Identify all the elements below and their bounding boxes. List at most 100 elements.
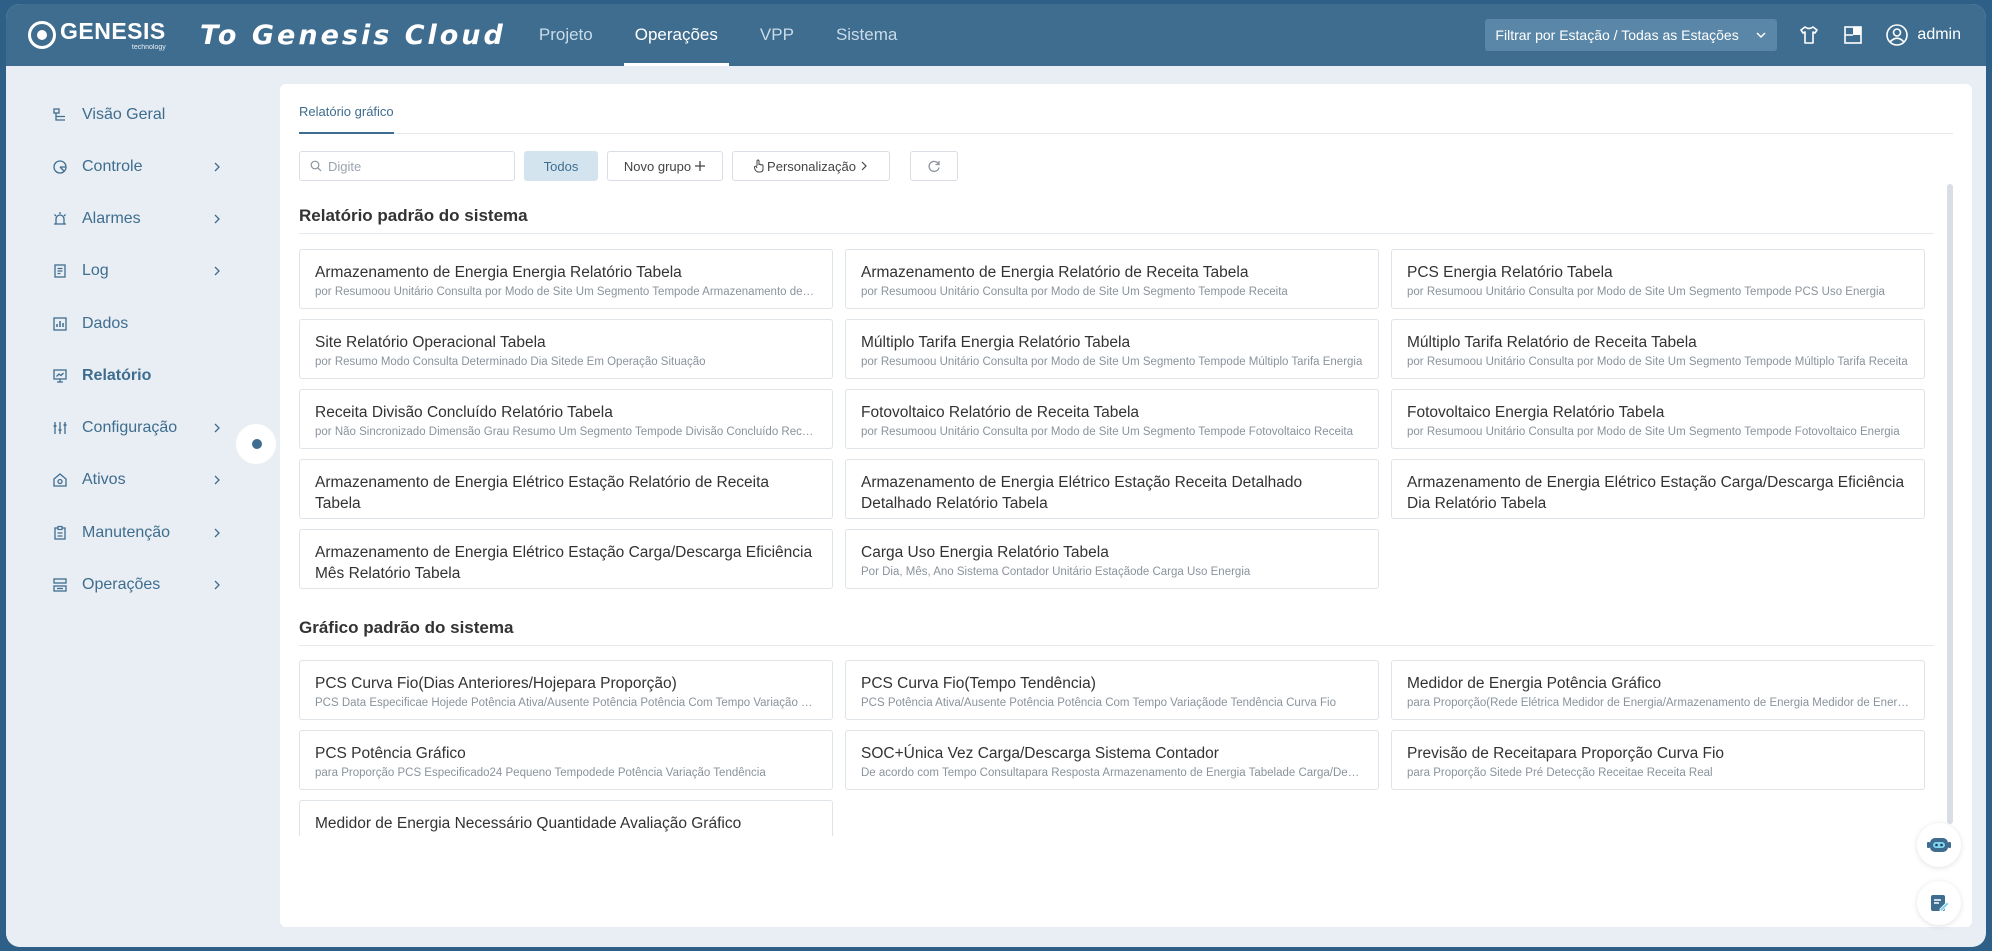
report-card[interactable]: Carga Uso Energia Relatório Tabela Por D… [845,529,1379,589]
nav-vpp[interactable]: VPP [749,4,805,66]
sidebar-item-label: Log [82,262,109,279]
card-description: Por Dia, Mês, Ano Sistema Contador Unitá… [861,566,1251,578]
sidebar-item-label: Controle [82,158,143,175]
card-description: por Resumoou Unitário Consulta por Modo … [861,426,1353,438]
card-description: por Não Sincronizado Dimensão Grau Resum… [315,426,817,438]
sidebar-item-dados[interactable]: Dados [52,309,222,339]
feedback-button[interactable] [1917,881,1961,925]
chart-card[interactable]: PCS Curva Fio(Tempo Tendência) PCS Potên… [845,660,1379,720]
card-title: Medidor de Energia Potência Gráfico [1407,675,1662,692]
sidebar-item-label: Operações [82,576,161,593]
assets-icon [52,472,68,488]
sidebar-item-relatorio[interactable]: Relatório [52,361,222,391]
sidebar-item-label: Configuração [82,419,178,436]
robot-icon [1927,838,1951,852]
chart-card[interactable]: SOC+Única Vez Carga/Descarga Sistema Con… [845,730,1379,790]
report-card[interactable]: Armazenamento de Energia Elétrico Estaçã… [845,459,1379,519]
report-card[interactable]: Armazenamento de Energia Relatório de Re… [845,249,1379,309]
card-title: Fotovoltaico Relatório de Receita Tabela [861,404,1140,421]
chevron-right-icon [214,580,220,590]
chart-card[interactable]: Medidor de Energia Necessário Quantidade… [299,800,833,836]
user-menu[interactable]: admin [1885,23,1961,47]
card-title: Armazenamento de Energia Energia Relatór… [315,264,682,281]
card-title: Armazenamento de Energia Relatório de Re… [861,264,1249,281]
card-title: Fotovoltaico Energia Relatório Tabela [1407,404,1665,421]
report-card[interactable]: Armazenamento de Energia Elétrico Estaçã… [1391,459,1925,519]
brand-title: To Genesis Cloud [200,19,506,51]
layout-switch-icon[interactable] [1841,23,1865,47]
report-card[interactable]: Armazenamento de Energia Energia Relatór… [299,249,833,309]
card-title: Armazenamento de Energia Elétrico Estaçã… [315,474,770,512]
chevron-right-icon [214,528,220,538]
card-title: Medidor de Energia Necessário Quantidade… [315,815,742,832]
card-title: Armazenamento de Energia Elétrico Estaçã… [861,474,1303,512]
sidebar-item-label: Visão Geral [82,106,166,123]
config-icon [52,420,68,436]
card-description: por Resumoou Unitário Consulta por Modo … [861,356,1363,368]
card-title: Previsão de Receitapara Proporção Curva … [1407,745,1725,762]
sidebar-item-ativos[interactable]: Ativos [52,465,222,495]
chevron-right-icon [214,475,220,485]
scrollbar[interactable] [1947,184,1953,834]
card-description: De acordo com Tempo Consultapara Respost… [861,767,1363,779]
assistant-robot-button[interactable] [1917,823,1961,867]
report-card[interactable]: Fotovoltaico Energia Relatório Tabela po… [1391,389,1925,449]
sidebar-item-label: Alarmes [82,210,141,227]
sidebar-item-configuracao[interactable]: Configuração [52,413,222,443]
sidebar-item-log[interactable]: Log [52,256,222,286]
card-description: PCS Potência Ativa/Ausente Potência Potê… [861,697,1336,709]
genesis-logo[interactable]: GENESIS technology [28,15,178,55]
sidebar-item-label: Relatório [82,367,152,384]
chevron-down-icon [1756,32,1766,39]
shirt-icon[interactable] [1797,23,1821,47]
nav-sistema[interactable]: Sistema [825,4,908,66]
app-frame: GENESIS technology To Genesis Cloud Proj… [6,4,1986,947]
chevron-right-icon [214,423,220,433]
nav-projeto[interactable]: Projeto [528,4,604,66]
logo-mark-icon [28,21,56,49]
report-card[interactable]: Receita Divisão Concluído Relatório Tabe… [299,389,833,449]
report-card[interactable]: Múltiplo Tarifa Energia Relatório Tabela… [845,319,1379,379]
report-card[interactable]: Site Relatório Operacional Tabela por Re… [299,319,833,379]
chevron-right-icon [214,214,220,224]
card-title: Múltiplo Tarifa Relatório de Receita Tab… [1407,334,1697,351]
sidebar: Visão Geral Controle Alarmes Log Dados R… [6,66,276,947]
chart-card[interactable]: Medidor de Energia Potência Gráfico para… [1391,660,1925,720]
logo-subtitle: technology [131,43,166,51]
sidebar-item-visao-geral[interactable]: Visão Geral [52,100,222,130]
sidebar-item-label: Ativos [82,471,126,488]
nav-operacoes[interactable]: Operações [623,4,730,66]
sidebar-item-alarmes[interactable]: Alarmes [52,204,222,234]
control-icon [52,159,68,175]
alarm-icon [52,211,68,227]
data-icon [52,316,68,332]
chart-card[interactable]: PCS Curva Fio(Dias Anteriores/Hojepara P… [299,660,833,720]
operations-icon [52,577,68,593]
scrollbar-thumb[interactable] [1947,184,1953,824]
report-icon [52,368,68,384]
chart-card[interactable]: PCS Potência Gráfico para Proporção PCS … [299,730,833,790]
card-description: por Resumoou Unitário Consulta por Modo … [861,286,1288,298]
card-description: para Proporção PCS Especificado24 Pequen… [315,767,766,779]
sidebar-item-label: Dados [82,315,129,332]
card-title: Receita Divisão Concluído Relatório Tabe… [315,404,613,421]
card-title: PCS Curva Fio(Dias Anteriores/Hojepara P… [315,675,677,692]
report-card[interactable]: Armazenamento de Energia Elétrico Estaçã… [299,459,833,519]
report-card[interactable]: PCS Energia Relatório Tabela por Resumoo… [1391,249,1925,309]
maintenance-icon [52,525,68,541]
section-title-charts: Gráfico padrão do sistema [299,618,1934,646]
station-filter-select[interactable]: Filtrar por Estação / Todas as Estações [1485,19,1778,51]
main-panel: Relatório gráfico Todos Novo grupo Perso… [280,84,1972,927]
active-indicator-dot [252,439,262,449]
report-card[interactable]: Fotovoltaico Relatório de Receita Tabela… [845,389,1379,449]
card-title: Carga Uso Energia Relatório Tabela [861,544,1109,561]
log-icon [52,263,68,279]
report-card[interactable]: Múltiplo Tarifa Relatório de Receita Tab… [1391,319,1925,379]
sidebar-item-manutencao[interactable]: Manutenção [52,518,222,548]
report-card[interactable]: Armazenamento de Energia Elétrico Estaçã… [299,529,833,589]
sidebar-item-operacoes[interactable]: Operações [52,570,222,600]
sidebar-item-controle[interactable]: Controle [52,152,222,182]
sidebar-collapse-handle[interactable] [236,424,276,464]
card-title: Múltiplo Tarifa Energia Relatório Tabela [861,334,1131,351]
chart-card[interactable]: Previsão de Receitapara Proporção Curva … [1391,730,1925,790]
